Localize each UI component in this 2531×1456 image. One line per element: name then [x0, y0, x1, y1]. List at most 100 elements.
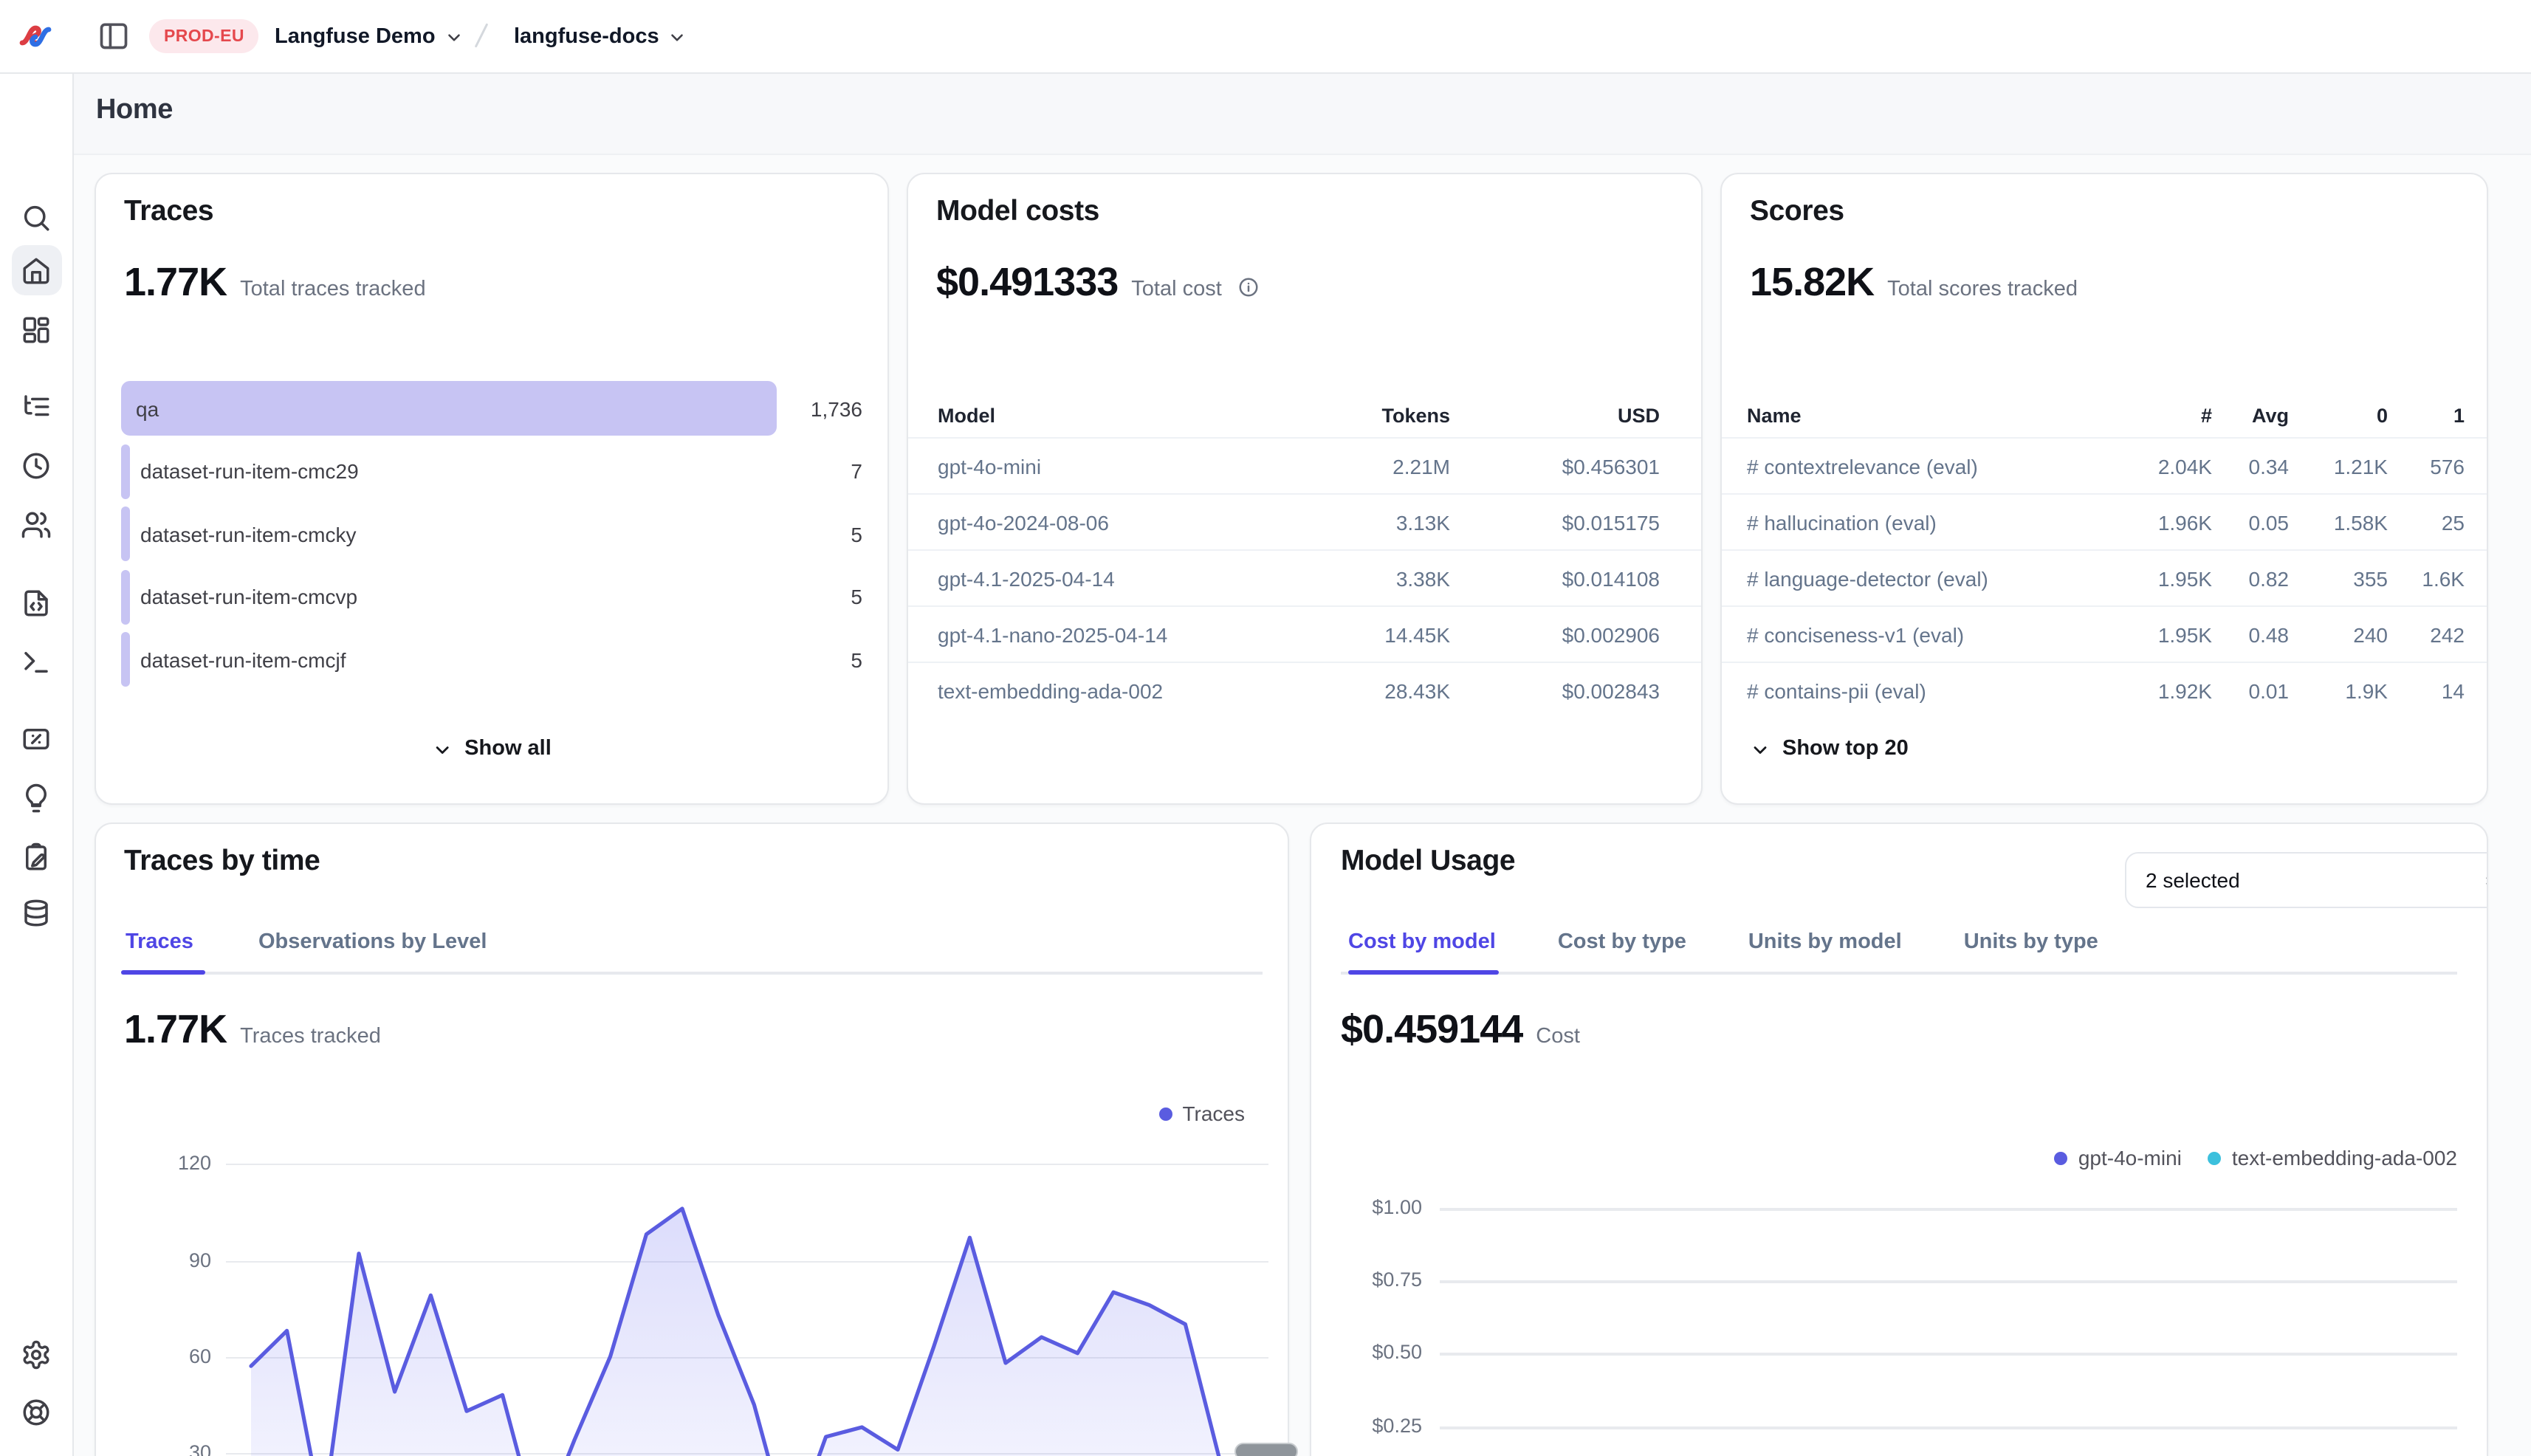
table-row[interactable]: gpt-4.1-2025-04-14 3.38K $0.014108: [908, 549, 1701, 605]
sidebar-item-users[interactable]: [11, 499, 61, 549]
tab-cost-by-type[interactable]: Cost by type: [1558, 921, 1686, 963]
legend-dot: [2055, 1151, 2068, 1164]
database-icon: [21, 897, 52, 928]
legend-item: gpt-4o-mini: [2055, 1146, 2182, 1170]
scores-card: Scores 15.82K Total scores tracked Name …: [1720, 173, 2488, 805]
traces-area-chart: [96, 824, 1288, 1456]
chevron-down-icon: [432, 739, 453, 760]
list-item[interactable]: qa 1,736: [121, 381, 862, 436]
tab-traces[interactable]: Traces: [126, 921, 193, 963]
tab-units-by-model[interactable]: Units by model: [1748, 921, 1902, 963]
card-title: Model Usage: [1341, 845, 1515, 879]
table-row[interactable]: gpt-4o-2024-08-06 3.13K $0.015175: [908, 493, 1701, 549]
project-name: langfuse-docs: [514, 24, 659, 48]
sidebar-item-datasets[interactable]: [11, 887, 61, 938]
trace-name: qa: [121, 396, 159, 420]
total-scores-label: Total scores tracked: [1887, 278, 2078, 301]
y-tick-label: $1.00: [1311, 1196, 1422, 1218]
table-row[interactable]: # contains-pii (eval) 1.92K 0.01 1.9K 14: [1722, 662, 2487, 718]
tab-observations-by-level[interactable]: Observations by Level: [258, 921, 487, 963]
table-row[interactable]: gpt-4o-mini 2.21M $0.456301: [908, 437, 1701, 493]
page-header: Home: [72, 72, 2531, 155]
model-costs-card: Model costs $0.491333 Total cost Model T…: [907, 173, 1703, 805]
show-top-20-button[interactable]: Show top 20: [1741, 731, 1917, 766]
chevron-down-icon: [1750, 739, 1771, 760]
info-icon[interactable]: [1238, 276, 1260, 298]
sidebar-item-support[interactable]: [11, 1387, 61, 1437]
tab-units-by-type[interactable]: Units by type: [1964, 921, 2098, 963]
table-row[interactable]: gpt-4.1-nano-2025-04-14 14.45K $0.002906: [908, 605, 1701, 662]
trace-name: dataset-run-item-cmc29: [140, 459, 359, 483]
legend-dot: [2208, 1151, 2222, 1164]
traces-breakdown-list: qa 1,736 dataset-run-item-cmc29 7 datase…: [121, 381, 862, 695]
tab-track: [121, 972, 1263, 975]
total-cost-label: Total cost: [1131, 278, 1222, 301]
total-cost-value: $0.491333: [936, 260, 1118, 306]
list-item[interactable]: dataset-run-item-cmc29 7: [121, 444, 862, 498]
table-row[interactable]: # language-detector (eval) 1.95K 0.82 35…: [1722, 549, 2487, 605]
trace-name: dataset-run-item-cmcvp: [140, 585, 357, 608]
table-row[interactable]: text-embedding-ada-002 28.43K $0.002843: [908, 662, 1701, 718]
sidebar-item-search[interactable]: [11, 192, 61, 242]
breadcrumb-separator: [465, 18, 498, 53]
chart-legend: gpt-4o-mini text-embedding-ada-002: [2055, 1146, 2457, 1170]
trace-count-bar: [121, 569, 130, 624]
chevron-down-icon: [668, 28, 687, 47]
sidebar-item-dashboards[interactable]: [11, 304, 61, 354]
y-tick-label: 60: [96, 1345, 211, 1367]
dashboard-grid-icon: [21, 314, 52, 345]
traces-total-value: 1.77K: [124, 260, 227, 306]
traces-card: Traces 1.77K Total traces tracked qa 1,7…: [95, 173, 889, 805]
panel-left-icon: [97, 19, 130, 52]
percent-box-icon: [21, 723, 52, 754]
y-tick-label: 90: [96, 1249, 211, 1271]
tab-track: [1341, 972, 2457, 975]
sidebar-item-settings[interactable]: [11, 1329, 61, 1379]
legend-item: text-embedding-ada-002: [2208, 1146, 2457, 1170]
active-tab-indicator: [1348, 970, 1499, 975]
list-item[interactable]: dataset-run-item-cmcjf 5: [121, 632, 862, 687]
clipboard-pen-icon: [21, 841, 52, 872]
langfuse-logo-icon[interactable]: [18, 21, 53, 52]
chevrons-up-down-icon: [2481, 869, 2488, 891]
trace-count: 5: [851, 585, 862, 608]
usage-cost-label: Cost: [1536, 1025, 1580, 1048]
project-selector[interactable]: langfuse-docs: [505, 0, 696, 72]
tab-bar: Traces Observations by Level: [126, 921, 487, 963]
org-selector[interactable]: Langfuse Demo: [266, 0, 473, 72]
gridline: [226, 1453, 1268, 1455]
sidebar-item-annotation[interactable]: [11, 772, 61, 823]
show-all-button[interactable]: Show all: [423, 731, 560, 766]
sidebar-toggle-button[interactable]: [97, 19, 130, 52]
sidebar-item-tracing[interactable]: [11, 381, 61, 431]
y-tick-label: $0.50: [1311, 1341, 1422, 1363]
y-tick-label: 120: [96, 1152, 211, 1174]
sidebar-item-playground[interactable]: [11, 636, 61, 687]
model-filter-select[interactable]: 2 selected: [2125, 852, 2488, 908]
table-row[interactable]: # contextrelevance (eval) 2.04K 0.34 1.2…: [1722, 437, 2487, 493]
horizontal-scrollbar-thumb[interactable]: [1234, 1443, 1298, 1456]
sidebar-item-home[interactable]: [11, 245, 61, 295]
sidebar-item-evaluation[interactable]: [11, 713, 61, 763]
list-item[interactable]: dataset-run-item-cmcky 5: [121, 506, 862, 561]
trace-name: dataset-run-item-cmcjf: [140, 648, 346, 671]
y-tick-label: $0.75: [1311, 1268, 1422, 1291]
home-icon: [21, 255, 52, 286]
trace-count-bar: [121, 444, 130, 498]
page-title: Home: [96, 95, 173, 127]
sidebar-item-experiments[interactable]: [11, 831, 61, 882]
legend-item: Traces: [1158, 1102, 1245, 1125]
gridline: [1440, 1353, 2457, 1356]
table-row[interactable]: # hallucination (eval) 1.96K 0.05 1.58K …: [1722, 493, 2487, 549]
tab-cost-by-model[interactable]: Cost by model: [1348, 921, 1496, 963]
card-title: Traces by time: [124, 845, 320, 879]
sidebar-item-prompts[interactable]: [11, 577, 61, 628]
table-row[interactable]: # conciseness-v1 (eval) 1.95K 0.48 240 2…: [1722, 605, 2487, 662]
chevron-down-icon: [444, 28, 464, 47]
y-tick-label: $0.25: [1311, 1415, 1422, 1437]
model-usage-card: Model Usage 2 selected Cost by model Cos…: [1310, 823, 2488, 1456]
list-item[interactable]: dataset-run-item-cmcvp 5: [121, 569, 862, 624]
environment-badge: PROD-EU: [149, 19, 259, 53]
trace-count: 7: [851, 459, 862, 483]
sidebar-item-sessions[interactable]: [11, 440, 61, 490]
